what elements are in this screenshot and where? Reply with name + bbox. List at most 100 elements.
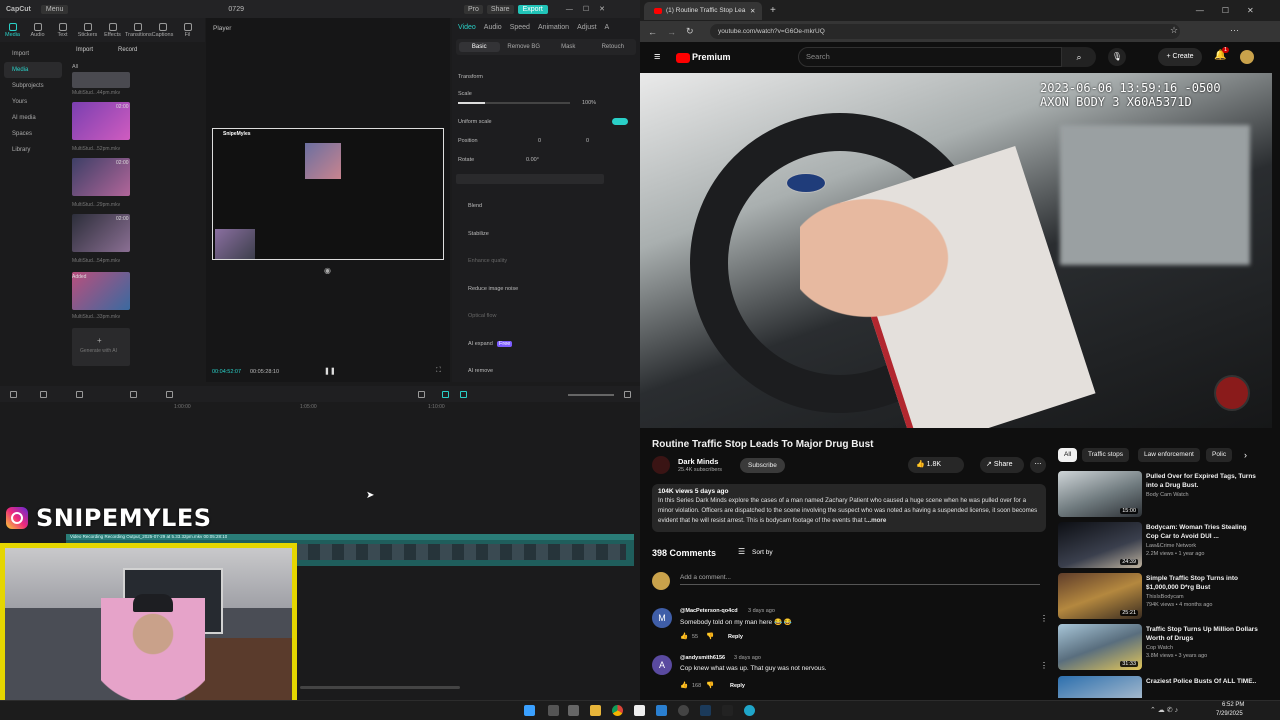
search-input[interactable]: [798, 47, 1062, 67]
subtab-basic[interactable]: Basic: [459, 42, 500, 52]
avatar[interactable]: [1240, 50, 1254, 64]
tool-text[interactable]: Text: [50, 22, 75, 38]
task-view-icon[interactable]: [568, 705, 579, 716]
maximize-icon[interactable]: ☐: [1222, 6, 1229, 15]
capcut-icon[interactable]: [634, 705, 645, 716]
chips-next-icon[interactable]: ›: [1244, 450, 1247, 460]
zoom-fit-icon[interactable]: [624, 391, 631, 398]
close-icon[interactable]: ✕: [1247, 6, 1254, 15]
video-player[interactable]: 2023-06-06 13:59:16 -0500 AXON BODY 3 X6…: [640, 73, 1272, 428]
maximize-icon[interactable]: ☐: [583, 5, 589, 13]
bookmark-star-icon[interactable]: ☆: [1170, 25, 1178, 36]
comment-dislike-icon[interactable]: 👎: [706, 632, 714, 640]
subscribe-button[interactable]: Subscribe: [740, 458, 785, 473]
comment-author[interactable]: @andysmith6156: [680, 655, 725, 661]
tool-transitions[interactable]: Transitions: [125, 22, 152, 38]
tool-filters[interactable]: Fil: [175, 22, 200, 38]
search-button[interactable]: ⌕: [1062, 47, 1096, 67]
tool-effects[interactable]: Effects: [100, 22, 125, 38]
timeline-scrollbar[interactable]: [300, 686, 460, 689]
crop-icon[interactable]: [166, 391, 173, 398]
scale-value[interactable]: 100%: [582, 100, 596, 106]
comment-avatar[interactable]: M: [652, 608, 672, 628]
import-button[interactable]: Import: [76, 47, 93, 53]
forward-icon[interactable]: →: [667, 27, 676, 37]
share-button[interactable]: ↗ Share: [980, 457, 1024, 473]
chip-law-enforcement[interactable]: Law enforcement: [1138, 448, 1200, 462]
app-icon[interactable]: [722, 705, 733, 716]
comment-like-icon[interactable]: 👍: [680, 632, 688, 640]
tab-more[interactable]: A: [605, 24, 610, 31]
comment-like-icon[interactable]: 👍: [680, 681, 688, 689]
tab-adjust[interactable]: Adjust: [577, 24, 596, 31]
comment-reply[interactable]: Reply: [728, 634, 743, 640]
menu-button[interactable]: Menu: [40, 4, 69, 14]
youtube-logo[interactable]: Premium: [692, 52, 731, 62]
tab-speed[interactable]: Speed: [510, 24, 530, 31]
tool-captions[interactable]: Captions: [150, 22, 175, 38]
sort-icon[interactable]: ☰: [738, 547, 745, 556]
close-icon[interactable]: ✕: [599, 5, 605, 13]
new-tab-icon[interactable]: +: [770, 5, 776, 16]
chip-all[interactable]: All: [1058, 448, 1078, 462]
ai-remove-checkbox[interactable]: AI remove: [468, 368, 493, 374]
sidebar-item-import[interactable]: Import: [4, 46, 62, 62]
link-icon[interactable]: [460, 391, 467, 398]
fullscreen-icon[interactable]: ⛶: [436, 367, 441, 375]
pro-button[interactable]: Pro: [463, 4, 483, 14]
mic-icon[interactable]: 🎙: [1108, 48, 1126, 66]
sidebar-item-yours[interactable]: Yours: [4, 94, 62, 110]
minimize-icon[interactable]: —: [566, 6, 573, 13]
comment-menu-icon[interactable]: ⋮: [1040, 614, 1048, 623]
tab-animation[interactable]: Animation: [538, 24, 569, 31]
subtab-retouch[interactable]: Retouch: [593, 42, 634, 52]
record-button[interactable]: Record: [118, 47, 137, 53]
sidebar-item-ai-media[interactable]: AI media: [4, 110, 62, 126]
extensions-icon[interactable]: ⋯: [1230, 25, 1239, 36]
rec-video[interactable]: Craziest Police Busts Of ALL TIME..: [1058, 676, 1258, 698]
player-preview[interactable]: SnipeMyles: [212, 128, 444, 260]
sidebar-item-library[interactable]: Library: [4, 142, 62, 158]
add-comment-input[interactable]: Add a comment...: [680, 574, 1040, 585]
comment-avatar[interactable]: A: [652, 655, 672, 675]
like-button[interactable]: 👍 1.8K: [908, 457, 964, 473]
rec-video[interactable]: 25:21 Simple Traffic Stop Turns into $1,…: [1058, 573, 1258, 619]
browser-tab[interactable]: (1) Routine Traffic Stop Lea ✕: [644, 1, 762, 20]
rotate-value[interactable]: 0.00°: [526, 157, 539, 163]
export-button[interactable]: Export: [517, 4, 548, 14]
delete-icon[interactable]: [130, 391, 137, 398]
clock-date[interactable]: 7/29/2025: [1216, 711, 1243, 717]
tool-stickers[interactable]: Stickers: [75, 22, 100, 38]
align-buttons[interactable]: [456, 174, 604, 184]
youtube-logo-icon[interactable]: [676, 53, 690, 63]
channel-avatar[interactable]: [652, 456, 670, 474]
reload-icon[interactable]: ↻: [686, 26, 694, 37]
sidebar-item-spaces[interactable]: Spaces: [4, 126, 62, 142]
optical-flow[interactable]: Optical flow: [468, 313, 496, 319]
tab-video[interactable]: Video: [458, 24, 476, 31]
app-icon[interactable]: [656, 705, 667, 716]
more-link[interactable]: ...more: [866, 517, 886, 524]
description-box[interactable]: 104K views 5 days ago In this Series Dar…: [652, 484, 1046, 532]
ai-expand-checkbox[interactable]: AI expand: [468, 341, 493, 347]
steam-icon[interactable]: [700, 705, 711, 716]
sidebar-item-subprojects[interactable]: Subprojects: [4, 78, 62, 94]
chrome-icon[interactable]: [612, 705, 623, 716]
sidebar-item-media[interactable]: Media: [4, 62, 62, 78]
tool-audio[interactable]: Audio: [25, 22, 50, 38]
position-x[interactable]: 0: [538, 138, 541, 144]
clock-time[interactable]: 6:52 PM: [1222, 702, 1244, 708]
comment-dislike-icon[interactable]: 👎: [706, 681, 714, 689]
zoom-slider[interactable]: [568, 394, 614, 396]
undo-icon[interactable]: [40, 391, 47, 398]
rec-video[interactable]: 31:33 Traffic Stop Turns Up Million Doll…: [1058, 624, 1258, 670]
media-filter[interactable]: All: [72, 64, 78, 70]
share-button[interactable]: Share: [486, 4, 514, 14]
create-button[interactable]: + Create: [1158, 48, 1202, 66]
stabilize-checkbox[interactable]: Stabilize: [468, 231, 489, 237]
subtab-mask[interactable]: Mask: [548, 42, 589, 52]
tab-audio[interactable]: Audio: [484, 24, 502, 31]
rec-video[interactable]: 15:00 Pulled Over for Expired Tags, Turn…: [1058, 471, 1258, 517]
channel-name[interactable]: Dark Minds: [678, 457, 718, 466]
comment-menu-icon[interactable]: ⋮: [1040, 661, 1048, 670]
